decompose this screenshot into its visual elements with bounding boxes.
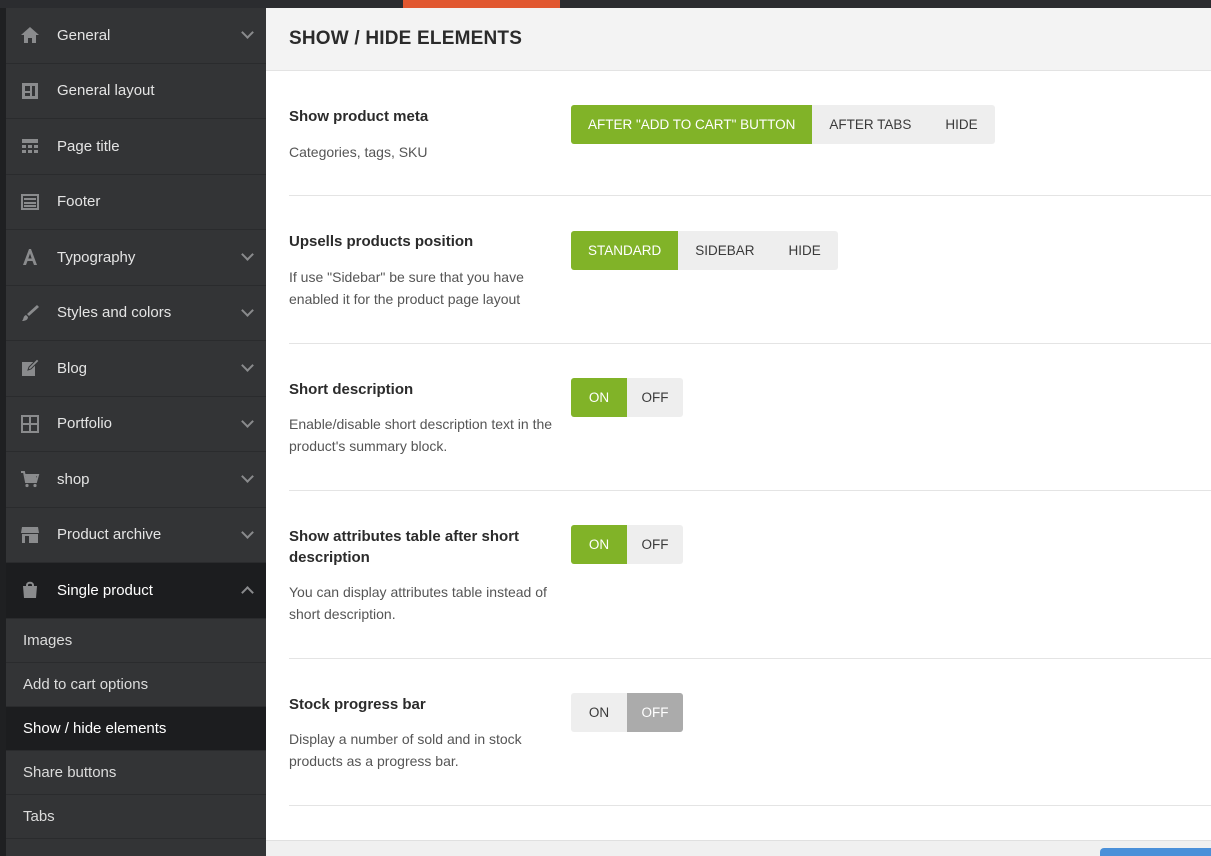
- submenu-item-show-hide-elements[interactable]: Show / hide elements: [6, 706, 266, 752]
- sidebar-item-label: Portfolio: [57, 415, 113, 433]
- sidebar-item-shop[interactable]: shop: [6, 452, 266, 508]
- single-product-submenu: Images Add to cart options Show / hide e…: [6, 618, 266, 840]
- sidebar-item-general-layout[interactable]: General layout: [6, 64, 266, 119]
- save-button[interactable]: [1100, 848, 1211, 856]
- sidebar-item-label: Product archive: [57, 526, 162, 544]
- chevron-down-icon: [241, 303, 254, 317]
- submenu-item-tabs[interactable]: Tabs: [6, 795, 266, 840]
- sidebar: General General layout Page title Footer…: [6, 8, 266, 856]
- after-add-to-cart-button-option[interactable]: AFTER "ADD TO CART" BUTTON: [571, 105, 813, 144]
- sidebar-item-label: Single product: [57, 581, 153, 599]
- option-title: Stock progress bar: [289, 696, 426, 713]
- panel-header: SHOW / HIDE ELEMENTS: [266, 8, 1211, 71]
- sidebar-item-label: shop: [57, 470, 90, 488]
- bag-icon: [20, 580, 40, 600]
- option-title: Short description: [289, 381, 414, 398]
- cart-icon: [20, 469, 40, 489]
- chevron-down-icon: [241, 359, 254, 373]
- on-option[interactable]: ON: [571, 693, 627, 732]
- sidebar-item-portfolio[interactable]: Portfolio: [6, 397, 266, 452]
- home-icon: [20, 25, 40, 45]
- store-icon: [20, 525, 40, 545]
- sidebar-item-label: General: [57, 26, 111, 44]
- page-title-icon: [20, 136, 40, 156]
- grid-icon: [20, 414, 40, 434]
- off-option[interactable]: OFF: [627, 525, 683, 564]
- option-description: You can display attributes table instead…: [289, 584, 547, 622]
- sidebar-item-label: Footer: [57, 193, 101, 211]
- hide-option[interactable]: HIDE: [772, 231, 838, 270]
- option-title: Show product meta: [289, 108, 429, 125]
- off-option[interactable]: OFF: [627, 693, 683, 732]
- option-upsells-position: Upsells products position If use "Sideba…: [289, 197, 1211, 344]
- sidebar-item-single-product[interactable]: Single product: [6, 563, 266, 619]
- after-tabs-option[interactable]: AFTER TABS: [812, 105, 928, 144]
- footer-icon: [20, 192, 40, 212]
- top-bar: [0, 0, 1211, 8]
- sidebar-item-label: Typography: [57, 248, 136, 266]
- sidebar-item-product-archive[interactable]: Product archive: [6, 508, 266, 563]
- chevron-down-icon: [241, 470, 254, 484]
- page-title: SHOW / HIDE ELEMENTS: [289, 28, 523, 49]
- sidebar-item-general[interactable]: General: [6, 8, 266, 64]
- sidebar-item-page-title[interactable]: Page title: [6, 119, 266, 175]
- product-meta-button-group: AFTER "ADD TO CART" BUTTON AFTER TABS HI…: [571, 105, 995, 144]
- chevron-down-icon: [241, 26, 254, 40]
- edit-icon: [20, 358, 40, 378]
- option-description: Display a number of sold and in stock pr…: [289, 731, 522, 769]
- sidebar-item-styles-and-colors[interactable]: Styles and colors: [6, 286, 266, 341]
- upsells-position-button-group: STANDARD SIDEBAR HIDE: [571, 231, 838, 270]
- standard-option[interactable]: STANDARD: [571, 231, 679, 270]
- stock-progress-bar-toggle: ON OFF: [571, 693, 683, 732]
- typography-icon: [20, 247, 40, 267]
- sidebar-item-typography[interactable]: Typography: [6, 230, 266, 286]
- submenu-item-share-buttons[interactable]: Share buttons: [6, 751, 266, 796]
- option-title: Show attributes table after short descri…: [289, 528, 520, 566]
- top-bar-accent: [403, 0, 560, 8]
- sidebar-item-label: Page title: [57, 137, 120, 155]
- sidebar-item-blog[interactable]: Blog: [6, 341, 266, 397]
- attributes-table-toggle: ON OFF: [571, 525, 683, 564]
- sidebar-option[interactable]: SIDEBAR: [678, 231, 771, 270]
- short-description-toggle: ON OFF: [571, 378, 683, 417]
- layout-icon: [20, 81, 40, 101]
- sidebar-item-label: General layout: [57, 82, 155, 100]
- option-description: Enable/disable short description text in…: [289, 416, 553, 454]
- submenu-item-add-to-cart-options[interactable]: Add to cart options: [6, 663, 266, 707]
- brush-icon: [20, 303, 40, 323]
- settings-panel: SHOW / HIDE ELEMENTS Show product meta C…: [266, 8, 1211, 856]
- chevron-down-icon: [241, 414, 254, 428]
- option-title: Upsells products position: [289, 233, 474, 250]
- chevron-down-icon: [241, 525, 254, 539]
- on-option[interactable]: ON: [571, 378, 627, 417]
- hide-option[interactable]: HIDE: [928, 105, 994, 144]
- option-product-meta: Show product meta Categories, tags, SKU …: [289, 72, 1211, 196]
- off-option[interactable]: OFF: [627, 378, 683, 417]
- on-option[interactable]: ON: [571, 525, 627, 564]
- option-description: Categories, tags, SKU: [289, 144, 428, 160]
- sidebar-item-label: Styles and colors: [57, 304, 172, 322]
- sidebar-item-label: Blog: [57, 359, 88, 377]
- panel-footer: [266, 840, 1211, 856]
- option-stock-progress-bar: Stock progress bar Display a number of s…: [289, 660, 1211, 806]
- chevron-down-icon: [241, 248, 254, 262]
- option-attributes-table: Show attributes table after short descri…: [289, 492, 1211, 659]
- option-description: If use "Sidebar" be sure that you have e…: [289, 269, 524, 307]
- submenu-item-images[interactable]: Images: [6, 619, 266, 663]
- chevron-up-icon: [241, 586, 254, 600]
- option-short-description: Short description Enable/disable short d…: [289, 345, 1211, 491]
- sidebar-item-footer[interactable]: Footer: [6, 175, 266, 230]
